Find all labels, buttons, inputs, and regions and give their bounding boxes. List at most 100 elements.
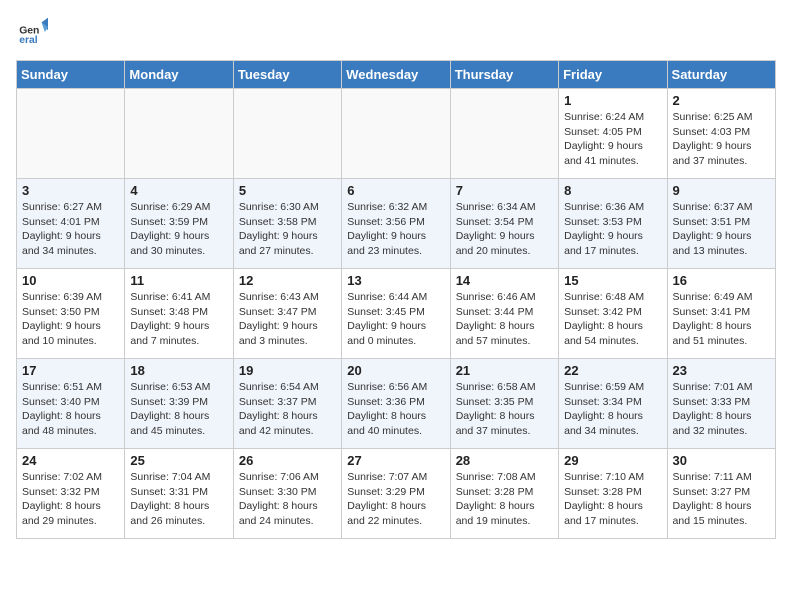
day-number: 20 [347,363,444,378]
day-cell: 12Sunrise: 6:43 AM Sunset: 3:47 PM Dayli… [233,269,341,359]
day-info: Sunrise: 6:51 AM Sunset: 3:40 PM Dayligh… [22,380,119,439]
day-info: Sunrise: 6:29 AM Sunset: 3:59 PM Dayligh… [130,200,227,259]
day-info: Sunrise: 6:24 AM Sunset: 4:05 PM Dayligh… [564,110,661,169]
day-info: Sunrise: 7:02 AM Sunset: 3:32 PM Dayligh… [22,470,119,529]
day-info: Sunrise: 7:04 AM Sunset: 3:31 PM Dayligh… [130,470,227,529]
calendar-header: SundayMondayTuesdayWednesdayThursdayFrid… [17,61,776,89]
weekday-header-saturday: Saturday [667,61,775,89]
day-number: 4 [130,183,227,198]
day-cell: 28 Sunrise: 7:08 AM Sunset: 3:28 PM Dayli… [450,449,558,539]
day-number: 26 [239,453,336,468]
calendar-body: 1 Sunrise: 6:24 AM Sunset: 4:05 PM Daylig… [17,89,776,539]
day-cell: 27 Sunrise: 7:07 AM Sunset: 3:29 PM Dayli… [342,449,450,539]
day-cell [233,89,341,179]
day-cell: 20 Sunrise: 6:56 AM Sunset: 3:36 PM Dayli… [342,359,450,449]
day-info: Sunrise: 6:58 AM Sunset: 3:35 PM Dayligh… [456,380,553,439]
page-header: Gen eral [16,16,776,48]
day-cell: 1 Sunrise: 6:24 AM Sunset: 4:05 PM Daylig… [559,89,667,179]
day-number: 19 [239,363,336,378]
day-cell [125,89,233,179]
day-cell: 5 Sunrise: 6:30 AM Sunset: 3:58 PM Daylig… [233,179,341,269]
logo-icon: Gen eral [16,16,48,48]
day-info: Sunrise: 6:46 AM Sunset: 3:44 PM Dayligh… [456,290,553,349]
day-cell: 30 Sunrise: 7:11 AM Sunset: 3:27 PM Dayli… [667,449,775,539]
day-cell: 25 Sunrise: 7:04 AM Sunset: 3:31 PM Dayli… [125,449,233,539]
day-cell: 14 Sunrise: 6:46 AM Sunset: 3:44 PM Dayli… [450,269,558,359]
week-row-5: 24 Sunrise: 7:02 AM Sunset: 3:32 PM Dayli… [17,449,776,539]
weekday-header-friday: Friday [559,61,667,89]
day-info: Sunrise: 6:32 AM Sunset: 3:56 PM Dayligh… [347,200,444,259]
day-cell: 2 Sunrise: 6:25 AM Sunset: 4:03 PM Daylig… [667,89,775,179]
day-number: 22 [564,363,661,378]
day-cell: 9 Sunrise: 6:37 AM Sunset: 3:51 PM Daylig… [667,179,775,269]
day-number: 29 [564,453,661,468]
day-cell [17,89,125,179]
day-info: Sunrise: 6:44 AM Sunset: 3:45 PM Dayligh… [347,290,444,349]
day-info: Sunrise: 6:54 AM Sunset: 3:37 PM Dayligh… [239,380,336,439]
day-info: Sunrise: 6:53 AM Sunset: 3:39 PM Dayligh… [130,380,227,439]
day-info: Sunrise: 6:30 AM Sunset: 3:58 PM Dayligh… [239,200,336,259]
week-row-2: 3 Sunrise: 6:27 AM Sunset: 4:01 PM Daylig… [17,179,776,269]
day-cell: 17 Sunrise: 6:51 AM Sunset: 3:40 PM Dayli… [17,359,125,449]
day-cell: 29 Sunrise: 7:10 AM Sunset: 3:28 PM Dayli… [559,449,667,539]
day-cell: 22Sunrise: 6:59 AM Sunset: 3:34 PM Dayli… [559,359,667,449]
day-cell: 24 Sunrise: 7:02 AM Sunset: 3:32 PM Dayli… [17,449,125,539]
day-info: Sunrise: 7:07 AM Sunset: 3:29 PM Dayligh… [347,470,444,529]
day-number: 18 [130,363,227,378]
day-number: 16 [673,273,770,288]
day-number: 15 [564,273,661,288]
day-number: 6 [347,183,444,198]
day-info: Sunrise: 6:56 AM Sunset: 3:36 PM Dayligh… [347,380,444,439]
day-info: Sunrise: 6:49 AM Sunset: 3:41 PM Dayligh… [673,290,770,349]
day-info: Sunrise: 6:48 AM Sunset: 3:42 PM Dayligh… [564,290,661,349]
day-number: 3 [22,183,119,198]
day-cell: 23 Sunrise: 7:01 AM Sunset: 3:33 PM Dayli… [667,359,775,449]
day-number: 8 [564,183,661,198]
day-number: 21 [456,363,553,378]
weekday-header-thursday: Thursday [450,61,558,89]
day-number: 27 [347,453,444,468]
day-cell: 15 Sunrise: 6:48 AM Sunset: 3:42 PM Dayli… [559,269,667,359]
day-cell: 18 Sunrise: 6:53 AM Sunset: 3:39 PM Dayli… [125,359,233,449]
day-info: Sunrise: 7:08 AM Sunset: 3:28 PM Dayligh… [456,470,553,529]
day-info: Sunrise: 6:41 AM Sunset: 3:48 PM Dayligh… [130,290,227,349]
day-number: 30 [673,453,770,468]
day-number: 17 [22,363,119,378]
day-number: 7 [456,183,553,198]
day-number: 10 [22,273,119,288]
day-info: Sunrise: 7:01 AM Sunset: 3:33 PM Dayligh… [673,380,770,439]
day-cell: 10Sunrise: 6:39 AM Sunset: 3:50 PM Dayli… [17,269,125,359]
weekday-header-wednesday: Wednesday [342,61,450,89]
week-row-3: 10Sunrise: 6:39 AM Sunset: 3:50 PM Dayli… [17,269,776,359]
week-row-4: 17 Sunrise: 6:51 AM Sunset: 3:40 PM Dayli… [17,359,776,449]
calendar-table: SundayMondayTuesdayWednesdayThursdayFrid… [16,60,776,539]
day-cell: 7 Sunrise: 6:34 AM Sunset: 3:54 PM Daylig… [450,179,558,269]
day-number: 12 [239,273,336,288]
weekday-header-tuesday: Tuesday [233,61,341,89]
weekday-header-row: SundayMondayTuesdayWednesdayThursdayFrid… [17,61,776,89]
day-number: 23 [673,363,770,378]
day-number: 2 [673,93,770,108]
day-info: Sunrise: 6:27 AM Sunset: 4:01 PM Dayligh… [22,200,119,259]
day-number: 28 [456,453,553,468]
svg-text:eral: eral [19,35,38,46]
week-row-1: 1 Sunrise: 6:24 AM Sunset: 4:05 PM Daylig… [17,89,776,179]
day-number: 25 [130,453,227,468]
day-number: 5 [239,183,336,198]
day-info: Sunrise: 7:10 AM Sunset: 3:28 PM Dayligh… [564,470,661,529]
day-info: Sunrise: 6:37 AM Sunset: 3:51 PM Dayligh… [673,200,770,259]
day-cell: 19 Sunrise: 6:54 AM Sunset: 3:37 PM Dayli… [233,359,341,449]
day-cell: 8Sunrise: 6:36 AM Sunset: 3:53 PM Daylig… [559,179,667,269]
day-number: 14 [456,273,553,288]
day-cell [342,89,450,179]
day-number: 9 [673,183,770,198]
day-number: 24 [22,453,119,468]
day-info: Sunrise: 6:25 AM Sunset: 4:03 PM Dayligh… [673,110,770,169]
day-info: Sunrise: 6:34 AM Sunset: 3:54 PM Dayligh… [456,200,553,259]
logo: Gen eral [16,16,52,48]
day-info: Sunrise: 7:11 AM Sunset: 3:27 PM Dayligh… [673,470,770,529]
weekday-header-monday: Monday [125,61,233,89]
day-number: 1 [564,93,661,108]
day-cell: 16 Sunrise: 6:49 AM Sunset: 3:41 PM Dayli… [667,269,775,359]
day-cell: 13Sunrise: 6:44 AM Sunset: 3:45 PM Dayli… [342,269,450,359]
